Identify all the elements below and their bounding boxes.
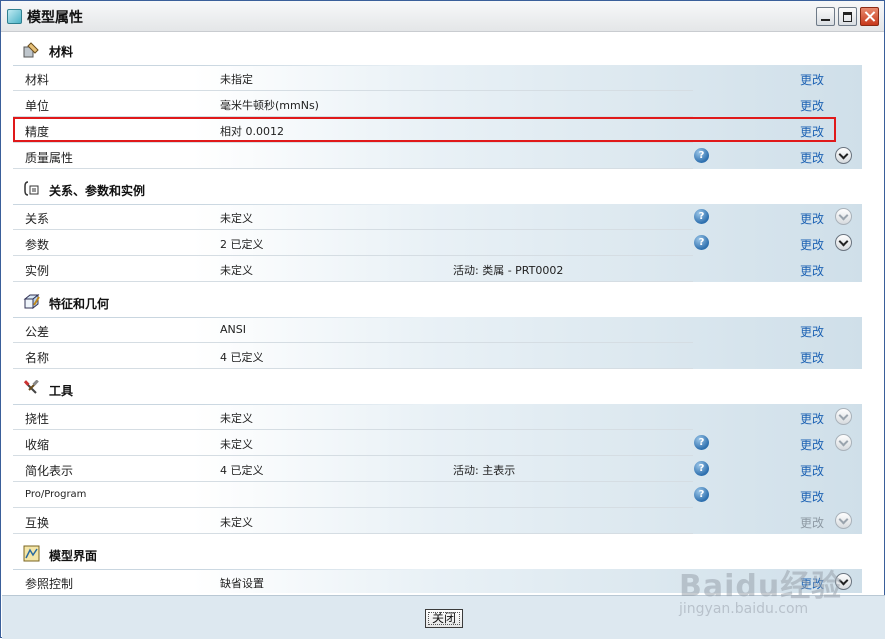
change-link[interactable]: 更改 <box>800 436 824 453</box>
row-pro-program: Pro/Program ? 更改 <box>13 482 862 508</box>
row-value: 未定义 <box>220 516 253 529</box>
row-label: 名称 <box>25 351 50 365</box>
change-link[interactable]: 更改 <box>800 323 824 340</box>
change-link[interactable]: 更改 <box>800 236 824 253</box>
row-label: 收缩 <box>25 438 50 452</box>
row-value: ANSI <box>220 323 246 336</box>
row-label: 参数 <box>25 238 50 252</box>
row-value: 4 已定义 <box>220 351 264 364</box>
row-value: 未定义 <box>220 438 253 451</box>
change-link[interactable]: 更改 <box>800 488 824 505</box>
close-window-button[interactable] <box>860 7 879 26</box>
row-value: 2 已定义 <box>220 238 264 251</box>
row-status: 活动: 主表示 <box>453 464 516 477</box>
change-link[interactable]: 更改 <box>800 262 824 279</box>
row-value: 4 已定义 <box>220 464 264 477</box>
row-label: 简化表示 <box>25 464 74 478</box>
row-label: 公差 <box>25 325 50 339</box>
row-mass-properties: 质量属性 ? 更改 <box>13 143 862 169</box>
section-title: 材料 <box>49 45 74 59</box>
row-label: 关系 <box>25 212 50 226</box>
row-interchange: 互换 未定义 更改 <box>13 508 862 534</box>
section-title: 特征和几何 <box>49 297 110 311</box>
minimize-button[interactable] <box>816 7 835 26</box>
row-value: 缺省设置 <box>220 577 264 590</box>
row-label: 质量属性 <box>25 151 74 165</box>
change-link[interactable]: 更改 <box>800 71 824 88</box>
section-model-interface: 模型界面 <box>13 539 862 570</box>
row-label: 材料 <box>25 73 50 87</box>
section-relations: 关系、参数和实例 <box>13 174 862 205</box>
model-interface-icon <box>23 545 40 562</box>
info-icon[interactable]: ? <box>694 209 709 224</box>
expand-chevron-icon[interactable] <box>835 408 852 425</box>
row-names: 名称 4 已定义 更改 <box>13 343 862 369</box>
row-value: 毫米牛顿秒(mmNs) <box>220 99 319 112</box>
expand-chevron-icon[interactable] <box>835 573 852 590</box>
row-value: 未定义 <box>220 264 253 277</box>
row-accuracy: 精度 相对 0.0012 更改 <box>13 117 862 143</box>
material-icon <box>23 42 39 58</box>
row-reference-control: 参照控制 缺省设置 更改 <box>13 569 862 593</box>
row-value: 相对 0.0012 <box>220 125 284 138</box>
info-icon[interactable]: ? <box>694 235 709 250</box>
change-link[interactable]: 更改 <box>800 462 824 479</box>
tools-icon <box>23 380 39 394</box>
section-title: 关系、参数和实例 <box>49 184 146 198</box>
row-label: 精度 <box>25 125 50 139</box>
row-value: 未定义 <box>220 212 253 225</box>
row-value: 未指定 <box>220 73 253 86</box>
info-icon[interactable]: ? <box>694 435 709 450</box>
row-instances: 实例 未定义 活动: 类属 - PRT0002 更改 <box>13 256 862 282</box>
dialog-footer: 关闭 <box>2 595 885 639</box>
info-icon[interactable]: ? <box>694 148 709 163</box>
info-icon[interactable]: ? <box>694 487 709 502</box>
app-icon <box>7 9 22 24</box>
expand-chevron-icon[interactable] <box>835 512 852 529</box>
expand-chevron-icon[interactable] <box>835 147 852 164</box>
expand-chevron-icon[interactable] <box>835 434 852 451</box>
row-shrinkage: 收缩 未定义 ? 更改 <box>13 430 862 456</box>
row-simplified-rep: 简化表示 4 已定义 活动: 主表示 ? 更改 <box>13 456 862 482</box>
close-button[interactable]: 关闭 <box>425 609 463 628</box>
row-value: 未定义 <box>220 412 253 425</box>
change-link[interactable]: 更改 <box>800 210 824 227</box>
relations-icon <box>24 181 39 196</box>
row-tolerance: 公差 ANSI 更改 <box>13 317 862 343</box>
title-bar[interactable]: 模型属性 <box>1 1 884 32</box>
change-link[interactable]: 更改 <box>800 97 824 114</box>
row-label: 挠性 <box>25 412 50 426</box>
properties-content: 材料 材料 未指定 更改 单位 毫米牛顿秒(mmNs) 更改 精度 相对 0.0… <box>13 33 862 593</box>
feature-geometry-icon <box>23 293 40 310</box>
row-material: 材料 未指定 更改 <box>13 65 862 91</box>
section-title: 模型界面 <box>49 549 98 563</box>
change-link[interactable]: 更改 <box>800 149 824 166</box>
row-parameters: 参数 2 已定义 ? 更改 <box>13 230 862 256</box>
row-label: 实例 <box>25 264 50 278</box>
row-units: 单位 毫米牛顿秒(mmNs) 更改 <box>13 91 862 117</box>
change-link[interactable]: 更改 <box>800 575 824 592</box>
maximize-button[interactable] <box>838 7 857 26</box>
expand-chevron-icon[interactable] <box>835 208 852 225</box>
section-features: 特征和几何 <box>13 287 862 318</box>
section-material: 材料 <box>13 35 862 66</box>
change-link[interactable]: 更改 <box>800 123 824 140</box>
expand-chevron-icon[interactable] <box>835 234 852 251</box>
row-label: 互换 <box>25 516 50 530</box>
section-title: 工具 <box>49 384 74 398</box>
change-link[interactable]: 更改 <box>800 410 824 427</box>
model-properties-window: 模型属性 材料 材料 未指定 更改 单位 毫米牛顿秒(mmNs) 更改 精度 相… <box>0 0 885 639</box>
row-status: 活动: 类属 - PRT0002 <box>453 264 564 277</box>
row-label: 单位 <box>25 99 50 113</box>
window-title: 模型属性 <box>27 10 83 26</box>
change-link[interactable]: 更改 <box>800 514 824 531</box>
section-tools: 工具 <box>13 374 862 405</box>
info-icon[interactable]: ? <box>694 461 709 476</box>
row-label: 参照控制 <box>25 577 74 591</box>
row-flexibility: 挠性 未定义 更改 <box>13 404 862 430</box>
row-label: Pro/Program <box>25 489 87 500</box>
row-relations: 关系 未定义 ? 更改 <box>13 204 862 230</box>
change-link[interactable]: 更改 <box>800 349 824 366</box>
